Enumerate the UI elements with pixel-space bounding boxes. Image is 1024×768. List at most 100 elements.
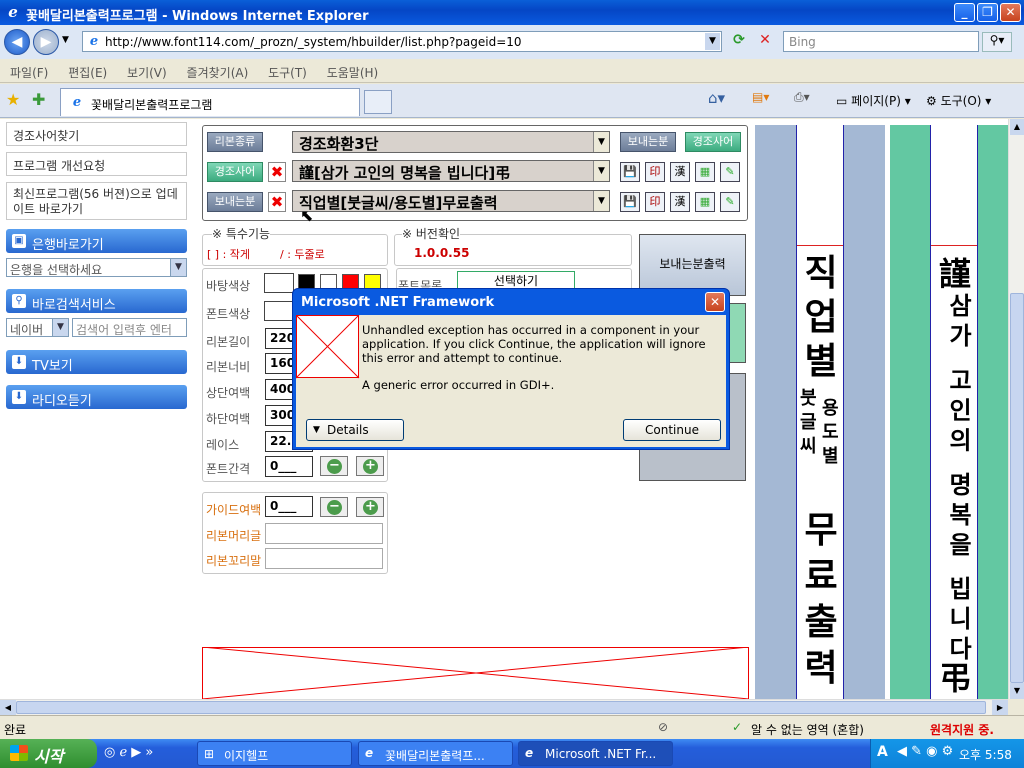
phrase-button[interactable]: 경조사어: [207, 162, 263, 182]
page-menu[interactable]: ▭ 페이지(P) ▾: [836, 92, 911, 109]
menu-tools[interactable]: 도구(T): [258, 59, 313, 81]
new-tab-button[interactable]: [364, 90, 392, 114]
header-text-field[interactable]: [265, 523, 383, 544]
add-icon[interactable]: ✎: [720, 162, 740, 182]
ime-icon[interactable]: A: [877, 744, 888, 760]
save-icon[interactable]: 💾: [620, 192, 640, 212]
menu-view[interactable]: 보기(V): [117, 59, 173, 81]
sender-select[interactable]: 직업별[붓글씨/용도별]무료출력 ▼: [292, 190, 610, 212]
horizontal-scrollbar[interactable]: ◀ ▶: [0, 699, 1008, 715]
details-button[interactable]: ▼ Details: [306, 419, 404, 441]
stamp-icon[interactable]: 印: [645, 192, 665, 212]
header-text-label: 리본머리글: [206, 529, 262, 543]
refresh-icon[interactable]: ⟳: [729, 32, 749, 52]
task-dotnet[interactable]: e Microsoft .NET Fr...: [518, 741, 673, 766]
font-spacing-field[interactable]: 0___: [265, 456, 313, 477]
scroll-thumb[interactable]: [1010, 293, 1024, 683]
history-dropdown-icon[interactable]: ▼: [62, 35, 69, 45]
tools-menu[interactable]: ⚙ 도구(O) ▾: [926, 92, 991, 109]
radio-label: 라디오듣기: [32, 394, 92, 409]
scroll-down-icon[interactable]: ▼: [1010, 683, 1024, 699]
sidebar-link-phrase-search[interactable]: 경조사어찾기: [6, 122, 187, 146]
add-icon[interactable]: ✎: [720, 192, 740, 212]
vertical-scrollbar[interactable]: ▲ ▼: [1008, 119, 1024, 699]
dialog-title: Microsoft .NET Framework: [301, 295, 495, 310]
address-dropdown-icon[interactable]: ▼: [705, 33, 720, 50]
bg-color-label: 바탕색상: [206, 279, 251, 293]
chevron-down-icon: ▼: [593, 161, 609, 181]
dialog-close-button[interactable]: ✕: [705, 292, 725, 312]
ribbon-type-select[interactable]: 경조화환3단 ▼: [292, 131, 610, 153]
task-ezhelp[interactable]: ⊞ 이지헬프: [197, 741, 352, 766]
task-ie[interactable]: e 꽃배달리본출력프...: [358, 741, 513, 766]
search-service-header[interactable]: ⚲ 바로검색서비스: [6, 289, 187, 313]
sidebar-link-improvement[interactable]: 프로그램 개선요청: [6, 152, 187, 176]
ribbon-type-button[interactable]: 리본종류: [207, 132, 263, 152]
footer-text-field[interactable]: [265, 548, 383, 569]
menu-favorites[interactable]: 즐겨찾기(A): [177, 59, 255, 81]
menu-edit[interactable]: 편집(E): [58, 59, 113, 81]
tab-label: 꽃배달리본출력프로그램: [91, 98, 213, 112]
stop-icon[interactable]: ✕: [755, 32, 775, 52]
search-engine-select[interactable]: 네이버 ▼: [6, 318, 69, 337]
guide-margin-decrease-button[interactable]: −: [320, 497, 348, 517]
sender-print-button[interactable]: 보내는분출력: [639, 234, 746, 296]
continue-button[interactable]: Continue: [623, 419, 721, 441]
favorites-star-icon[interactable]: ★: [6, 90, 20, 109]
radio-button[interactable]: ⬇ 라디오듣기: [6, 385, 187, 409]
font-spacing-increase-button[interactable]: +: [356, 456, 384, 476]
search-icon[interactable]: ⚲▾: [982, 32, 1012, 52]
print-icon[interactable]: ⎙▾: [794, 90, 810, 105]
sender-button[interactable]: 보내는분: [207, 192, 263, 212]
hanja-icon[interactable]: 漢: [670, 162, 690, 182]
add-favorite-icon[interactable]: ✚: [32, 90, 45, 109]
guide-margin-label: 가이드여백: [206, 503, 262, 517]
sidebar-link-update[interactable]: 최신프로그램(56 버젼)으로 업데이트 바로가기: [6, 182, 187, 220]
right-ribbon-bottom-char: 弔: [938, 659, 971, 697]
clear-sender-icon[interactable]: ✖: [268, 192, 286, 212]
menu-file[interactable]: 파일(F): [0, 59, 54, 81]
app-icon: ⊞: [204, 747, 215, 761]
save-icon[interactable]: 💾: [620, 162, 640, 182]
scroll-right-icon[interactable]: ▶: [992, 700, 1008, 715]
tray-icons[interactable]: ◀ ✎ ◉ ⚙: [897, 744, 953, 759]
hscroll-thumb[interactable]: [16, 701, 986, 714]
phrase-select[interactable]: 謹[삼가 고인의 명복을 빕니다]弔 ▼: [292, 160, 610, 182]
tv-button[interactable]: ⬇ TV보기: [6, 350, 187, 374]
bank-header[interactable]: ▣ 은행바로가기: [6, 229, 187, 253]
tab-active[interactable]: e 꽃배달리본출력프로그램: [60, 88, 360, 116]
address-bar[interactable]: e http://www.font114.com/_prozn/_system/…: [82, 31, 722, 52]
hanja-icon[interactable]: 漢: [670, 192, 690, 212]
task-label: 꽃배달리본출력프...: [385, 749, 485, 763]
back-button[interactable]: ◀: [4, 29, 30, 55]
chevron-down-icon: ▼: [52, 319, 68, 336]
sender-button-top[interactable]: 보내는분: [620, 132, 676, 152]
plus-icon: +: [363, 459, 378, 474]
menu-help[interactable]: 도움말(H): [317, 59, 385, 81]
font-spacing-decrease-button[interactable]: −: [320, 456, 348, 476]
image-icon[interactable]: ▦: [695, 192, 715, 212]
stamp-icon[interactable]: 印: [645, 162, 665, 182]
font-color-current[interactable]: [264, 301, 294, 321]
quicklaunch-icons[interactable]: ◎ ℯ ▶ »: [104, 745, 153, 760]
clear-phrase-icon[interactable]: ✖: [268, 162, 286, 182]
scroll-left-icon[interactable]: ◀: [0, 700, 16, 715]
guide-margin-increase-button[interactable]: +: [356, 497, 384, 517]
search-input[interactable]: Bing: [783, 31, 979, 52]
char-7: 력: [804, 647, 838, 689]
forward-button[interactable]: ▶: [33, 29, 59, 55]
bg-color-current[interactable]: [264, 273, 294, 293]
start-button[interactable]: 시작: [0, 739, 97, 768]
guide-margin-field[interactable]: 0___: [265, 496, 313, 517]
sidebar-search-input[interactable]: 검색어 입력후 엔터: [72, 318, 187, 337]
minimize-button[interactable]: _: [954, 3, 975, 22]
feeds-icon[interactable]: ▤▾: [752, 90, 769, 104]
maximize-button[interactable]: ❐: [977, 3, 998, 22]
close-window-button[interactable]: ✕: [1000, 3, 1021, 22]
home-icon[interactable]: ⌂▾: [708, 89, 725, 107]
clock: 오후 5:58: [959, 748, 1012, 762]
scroll-up-icon[interactable]: ▲: [1010, 119, 1024, 135]
image-icon[interactable]: ▦: [695, 162, 715, 182]
bank-select[interactable]: 은행을 선택하세요 ▼: [6, 258, 187, 277]
phrase-button-top[interactable]: 경조사어: [685, 132, 741, 152]
